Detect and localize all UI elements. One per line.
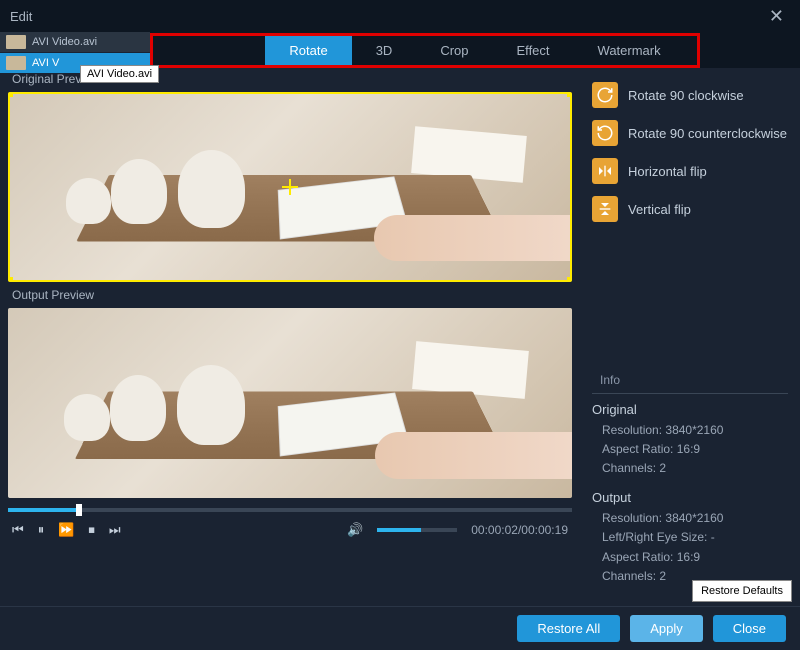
restore-defaults-button[interactable]: Restore Defaults: [692, 580, 792, 602]
crop-handle[interactable]: [8, 92, 13, 97]
info-line: Aspect Ratio: 16:9: [592, 440, 788, 459]
restore-all-button[interactable]: Restore All: [517, 615, 620, 642]
file-name: AVI Video.avi: [32, 36, 97, 48]
rotate-ccw-button[interactable]: Rotate 90 counterclockwise: [592, 114, 788, 152]
bottom-bar: Restore All Apply Close: [0, 606, 800, 650]
volume-icon[interactable]: 🔊: [347, 522, 363, 538]
info-panel: Info Original Resolution: 3840*2160 Aspe…: [592, 333, 788, 598]
window-title: Edit: [10, 9, 32, 24]
crop-handle[interactable]: [567, 92, 572, 97]
seek-thumb[interactable]: [76, 504, 82, 516]
rotate-ccw-icon: [592, 120, 618, 146]
tab-effect[interactable]: Effect: [493, 35, 574, 66]
file-list: AVI Video.avi AVI V: [0, 32, 150, 68]
original-preview[interactable]: [8, 92, 572, 282]
pause-icon[interactable]: ⏸: [38, 522, 45, 538]
close-button[interactable]: Close: [713, 615, 786, 642]
output-preview-label: Output Preview: [12, 288, 572, 302]
hflip-label: Horizontal flip: [628, 164, 707, 179]
apply-button[interactable]: Apply: [630, 615, 703, 642]
info-line: Channels: 2: [592, 459, 788, 478]
info-title: Info: [592, 373, 788, 394]
info-original-heading: Original: [592, 402, 788, 417]
info-line: Aspect Ratio: 16:9: [592, 548, 788, 567]
rotate-cw-button[interactable]: Rotate 90 clockwise: [592, 76, 788, 114]
fastforward-icon[interactable]: ⏩: [58, 522, 74, 538]
crosshair-icon[interactable]: [282, 179, 298, 195]
file-item[interactable]: AVI Video.avi: [0, 32, 150, 53]
seek-bar[interactable]: [8, 508, 572, 512]
thumbnail-icon: [6, 35, 26, 49]
vflip-button[interactable]: Vertical flip: [592, 190, 788, 228]
tab-3d[interactable]: 3D: [352, 35, 417, 66]
tab-watermark[interactable]: Watermark: [574, 35, 685, 66]
info-line: Resolution: 3840*2160: [592, 421, 788, 440]
stop-icon[interactable]: ⏹: [88, 522, 95, 538]
vflip-icon: [592, 196, 618, 222]
vflip-label: Vertical flip: [628, 202, 691, 217]
hflip-icon: [592, 158, 618, 184]
output-preview: [8, 308, 572, 498]
info-line: Resolution: 3840*2160: [592, 509, 788, 528]
close-icon[interactable]: ✕: [763, 6, 790, 27]
prev-icon[interactable]: ⏮: [12, 522, 24, 538]
time-display: 00:00:02/00:00:19: [471, 523, 568, 537]
info-line: Left/Right Eye Size: -: [592, 528, 788, 547]
crop-handle[interactable]: [8, 277, 13, 282]
tab-crop[interactable]: Crop: [416, 35, 492, 66]
player-controls: ⏮ ⏸ ⏩ ⏹ ⏭ 🔊 00:00:02/00:00:19: [8, 504, 572, 542]
tabs-bar: Rotate 3D Crop Effect Watermark: [150, 32, 800, 68]
rotate-ccw-label: Rotate 90 counterclockwise: [628, 126, 787, 141]
next-icon[interactable]: ⏭: [109, 522, 121, 538]
titlebar: Edit ✕: [0, 0, 800, 32]
info-output-heading: Output: [592, 490, 788, 505]
volume-slider[interactable]: [377, 528, 457, 532]
crop-handle[interactable]: [567, 277, 572, 282]
tab-rotate[interactable]: Rotate: [265, 35, 351, 66]
rotate-cw-label: Rotate 90 clockwise: [628, 88, 744, 103]
rotate-cw-icon: [592, 82, 618, 108]
tooltip: AVI Video.avi: [80, 65, 159, 83]
hflip-button[interactable]: Horizontal flip: [592, 152, 788, 190]
